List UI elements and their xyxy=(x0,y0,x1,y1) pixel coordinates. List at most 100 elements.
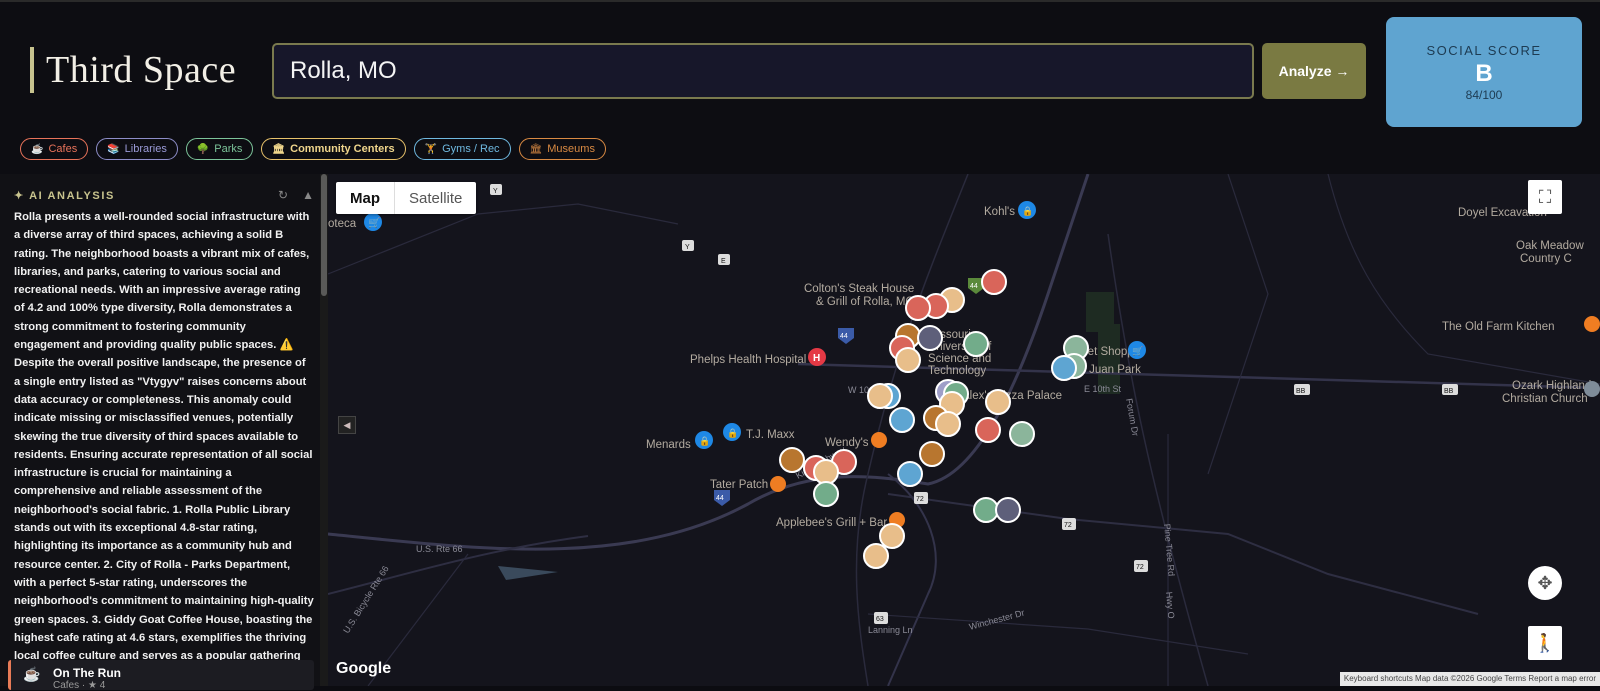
svg-text:🛒: 🛒 xyxy=(1132,345,1143,356)
fullscreen-icon[interactable]: ⛶ xyxy=(1528,180,1562,214)
road xyxy=(328,203,679,275)
map-view[interactable]: Colton's Steak House & Grill of Rolla, M… xyxy=(328,174,1600,686)
venue-marker[interactable] xyxy=(1051,355,1077,381)
street-view-pegman-icon[interactable]: 🚶 xyxy=(1528,626,1562,660)
chip-label: Libraries xyxy=(124,143,167,155)
route-shield: E xyxy=(718,254,730,265)
place-label: oteca xyxy=(328,218,357,230)
venue-marker[interactable] xyxy=(863,543,889,569)
venue-marker[interactable] xyxy=(813,481,839,507)
shopping-pin-icon[interactable]: 🔒 xyxy=(723,423,741,441)
road-label: U.S. Rte 66 xyxy=(416,544,463,554)
interstate-shield: 44 xyxy=(714,490,730,506)
venue-marker[interactable] xyxy=(895,347,921,373)
venue-marker[interactable] xyxy=(779,447,805,473)
venue-marker[interactable] xyxy=(995,497,1021,523)
social-score-value: 84/100 xyxy=(1465,88,1503,102)
venue-marker[interactable] xyxy=(935,411,961,437)
svg-text:H: H xyxy=(813,353,820,364)
shopping-pin-icon[interactable]: 🛒 xyxy=(364,213,382,231)
chip-parks[interactable]: 🌳 Parks xyxy=(185,138,254,160)
svg-text:72: 72 xyxy=(1064,522,1072,529)
road-label: Pine Tree Rd xyxy=(1162,523,1177,576)
road-label: Lanning Ln xyxy=(868,625,913,635)
hospital-pin-icon[interactable]: H xyxy=(808,348,826,366)
sidebar-scrollbar[interactable] xyxy=(320,174,328,686)
water-area xyxy=(498,566,558,580)
venue-marker[interactable] xyxy=(985,389,1011,415)
map-type-satellite-button[interactable]: Satellite xyxy=(395,182,476,214)
road xyxy=(1107,233,1209,686)
venue-marker[interactable] xyxy=(975,417,1001,443)
place-name: On The Run xyxy=(53,666,121,680)
venue-marker[interactable] xyxy=(1009,421,1035,447)
venue-marker[interactable] xyxy=(897,461,923,487)
venue-marker[interactable] xyxy=(889,407,915,433)
route-shield: BB xyxy=(1442,384,1458,395)
shopping-pin-icon[interactable]: 🔒 xyxy=(695,431,713,449)
chip-libraries[interactable]: 📚 Libraries xyxy=(96,138,178,160)
svg-text:Y: Y xyxy=(685,244,690,251)
shopping-pin-icon[interactable]: 🛒 xyxy=(1128,341,1146,359)
ai-analysis-controls: ↻ ▲ xyxy=(278,188,314,202)
restaurant-pin-icon[interactable] xyxy=(770,476,786,492)
restaurant-pin-icon[interactable] xyxy=(1584,316,1600,332)
location-search-input[interactable]: Rolla, MO xyxy=(272,43,1254,99)
collapse-sidebar-icon[interactable]: ◀ xyxy=(338,416,356,434)
coffee-icon: ☕ xyxy=(23,666,41,682)
road-label: U.S. Bicycle Rte 66 xyxy=(341,564,391,635)
top-bar: Third Space Rolla, MO Analyze → SOCIAL S… xyxy=(0,0,1600,174)
road-label: Forum Dr xyxy=(1124,398,1140,437)
us-shield: 63 xyxy=(874,612,888,624)
venue-marker[interactable] xyxy=(867,383,893,409)
svg-text:44: 44 xyxy=(840,333,848,340)
shopping-pin-icon[interactable]: 🔒 xyxy=(1018,201,1036,219)
place-label: Applebee's Grill + Bar xyxy=(776,517,887,529)
app-title: Third Space xyxy=(46,49,237,91)
analyze-button[interactable]: Analyze → xyxy=(1262,43,1366,99)
museum-icon: 🏛 xyxy=(529,143,543,155)
ai-analysis-text: Rolla presents a well-rounded social inf… xyxy=(14,211,314,680)
venue-marker[interactable] xyxy=(813,459,839,485)
chip-museums[interactable]: 🏛 Museums xyxy=(518,138,606,160)
collapse-up-icon[interactable]: ▲ xyxy=(302,188,314,202)
svg-text:72: 72 xyxy=(916,496,924,503)
chip-community-centers[interactable]: 🏛 Community Centers xyxy=(261,138,406,160)
chip-label: Cafes xyxy=(48,143,78,155)
chip-gyms-rec[interactable]: 🏋 Gyms / Rec xyxy=(413,138,511,160)
road xyxy=(887,473,937,686)
venue-marker[interactable] xyxy=(981,269,1007,295)
camera-control-icon[interactable]: ✥ xyxy=(1528,566,1562,600)
place-label: Alex's Pizza Palace xyxy=(962,390,1062,402)
place-label: Wendy's xyxy=(825,437,869,449)
map-attribution[interactable]: Keyboard shortcuts Map data ©2026 Google… xyxy=(1339,672,1600,686)
map-canvas[interactable]: Colton's Steak House & Grill of Rolla, M… xyxy=(328,174,1600,686)
refresh-icon[interactable]: ↻ xyxy=(278,188,288,202)
place-label: Country C xyxy=(1520,253,1572,265)
road-label: Winchester Dr xyxy=(968,608,1026,632)
sidebar: ✦ AI ANALYSIS ↻ ▲ Rolla presents a well-… xyxy=(0,174,328,691)
social-score-card: SOCIAL SCORE B 84/100 xyxy=(1386,17,1582,127)
venue-marker[interactable] xyxy=(973,497,999,523)
svg-text:🔒: 🔒 xyxy=(727,428,738,438)
venue-marker[interactable] xyxy=(963,331,989,357)
venue-marker[interactable] xyxy=(917,325,943,351)
social-score-grade: B xyxy=(1475,60,1493,87)
map-type-map-button[interactable]: Map xyxy=(336,182,395,214)
place-label: Oak Meadow xyxy=(1516,240,1584,252)
church-pin-icon[interactable] xyxy=(1584,381,1600,397)
building-icon: 🏛 xyxy=(272,143,286,155)
chip-label: Community Centers xyxy=(290,143,395,155)
chip-cafes[interactable]: ☕ Cafes xyxy=(20,138,89,160)
place-label: & Grill of Rolla, MO xyxy=(816,296,914,308)
venue-marker[interactable] xyxy=(905,295,931,321)
venue-marker[interactable] xyxy=(879,523,905,549)
restaurant-pin-icon[interactable] xyxy=(871,432,887,448)
venue-marker[interactable] xyxy=(919,441,945,467)
place-label: T.J. Maxx xyxy=(746,429,795,441)
chip-label: Museums xyxy=(547,143,595,155)
scrollbar-thumb[interactable] xyxy=(321,174,327,296)
svg-text:Y: Y xyxy=(493,188,498,195)
place-label: Tater Patch xyxy=(710,479,768,491)
social-score-label: SOCIAL SCORE xyxy=(1426,43,1542,58)
